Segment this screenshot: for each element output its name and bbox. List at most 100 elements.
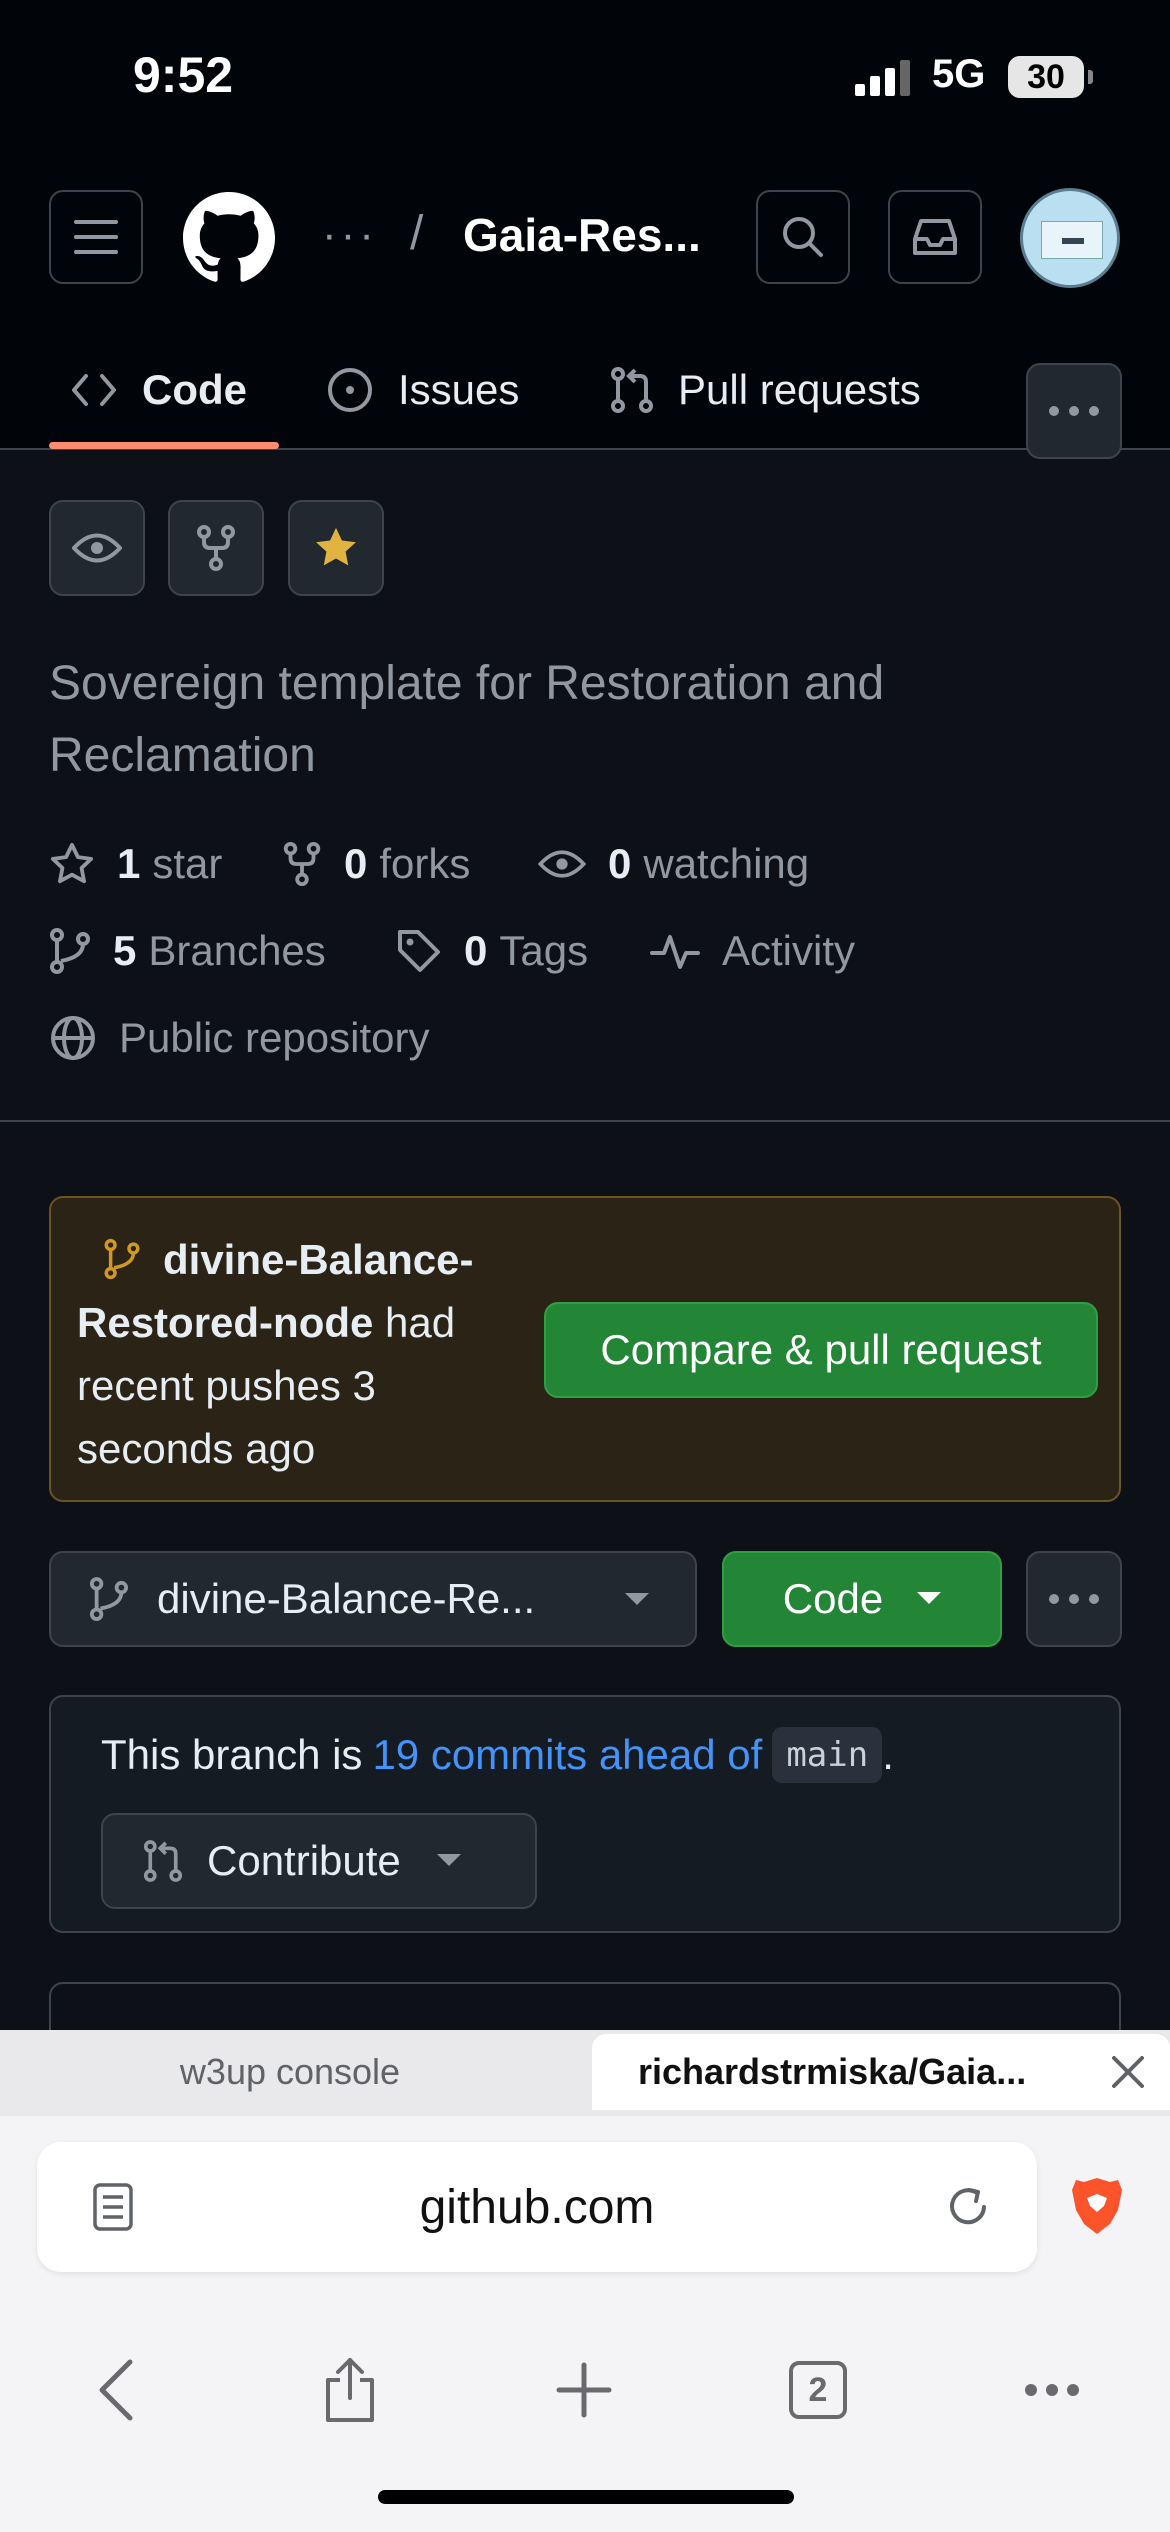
stars-link[interactable]: 1 star: [49, 840, 222, 888]
tabs-button[interactable]: 2: [768, 2330, 868, 2450]
brave-shields-icon[interactable]: [1070, 2176, 1124, 2238]
kebab-horizontal-icon: [1049, 1594, 1099, 1604]
tags-label: Tags: [499, 927, 589, 974]
visibility-label: Public repository: [119, 1014, 430, 1061]
github-header: ··· / Gaia-Res... Code Issues Pull reque…: [0, 150, 1170, 459]
tab-code[interactable]: Code: [70, 330, 247, 450]
eye-icon: [72, 533, 122, 563]
forks-label: forks: [379, 840, 471, 887]
battery-icon: 30: [1008, 56, 1084, 98]
base-branch-label: main: [772, 1727, 883, 1783]
close-tab-icon[interactable]: [1108, 2052, 1148, 2092]
compare-pull-request-button[interactable]: Compare & pull request: [544, 1302, 1098, 1398]
menu-button[interactable]: [49, 190, 143, 284]
git-branch-icon: [104, 1238, 140, 1280]
branches-count: 5: [113, 927, 137, 974]
breadcrumb-ellipsis[interactable]: ···: [322, 210, 378, 260]
kebab-horizontal-icon: [1049, 406, 1099, 416]
breadcrumb-separator: /: [410, 207, 424, 260]
status-time: 9:52: [133, 47, 234, 103]
git-pull-request-icon: [611, 367, 653, 413]
chevron-left-icon: [99, 2359, 133, 2421]
branches-link[interactable]: 5 Branches: [49, 927, 326, 975]
more-options-button[interactable]: [1026, 1551, 1122, 1647]
tags-link[interactable]: 0 Tags: [396, 927, 588, 975]
star-button[interactable]: [288, 500, 384, 596]
star-icon: [50, 842, 94, 884]
fork-button[interactable]: [168, 500, 264, 596]
new-tab-button[interactable]: [534, 2330, 634, 2450]
git-branch-icon: [50, 928, 90, 974]
activity-label: Activity: [722, 927, 856, 974]
address-bar[interactable]: github.com: [37, 2142, 1037, 2272]
triangle-down-icon: [436, 1854, 461, 1866]
recent-push-message: divine-Balance-Restored-node had recent …: [77, 1228, 517, 1480]
signal-icon: [855, 60, 915, 96]
reload-icon[interactable]: [943, 2182, 993, 2232]
commits-ahead-link[interactable]: 19 commits ahead of: [372, 1731, 762, 1779]
watching-count: 0: [608, 840, 632, 887]
git-branch-icon: [89, 1577, 129, 1621]
tab-issues[interactable]: Issues: [326, 330, 519, 450]
plus-icon: [556, 2362, 612, 2418]
browser-chrome: w3up console richardstrmiska/Gaia... git…: [0, 2030, 1170, 2532]
branch-selector-label: divine-Balance-Re...: [157, 1575, 536, 1622]
share-icon: [326, 2358, 374, 2422]
repo-name-link[interactable]: Gaia-Res...: [463, 208, 701, 262]
forks-link[interactable]: 0 forks: [282, 840, 470, 888]
watch-button[interactable]: [49, 500, 145, 596]
browser-tab-github[interactable]: richardstrmiska/Gaia...: [592, 2034, 1170, 2110]
issue-opened-icon: [328, 368, 372, 412]
browser-tab-w3up[interactable]: w3up console: [0, 2034, 580, 2110]
section-divider: [0, 1120, 1170, 1122]
network-type: 5G: [932, 52, 986, 96]
share-button[interactable]: [300, 2330, 400, 2450]
back-button[interactable]: [66, 2330, 166, 2450]
repo-description: Sovereign template for Restoration and R…: [49, 657, 885, 782]
github-logo-icon[interactable]: [183, 192, 275, 284]
tab-issues-label: Issues: [398, 366, 520, 413]
tag-icon: [398, 930, 440, 972]
code-button-label: Code: [782, 1575, 884, 1622]
search-button[interactable]: [756, 190, 850, 284]
status-bar: 9:52 5G 30: [0, 0, 1170, 150]
repo-nav-tabs: Code Issues Pull requests: [0, 330, 1170, 459]
reader-mode-icon[interactable]: [93, 2183, 133, 2231]
stars-count: 1: [117, 840, 141, 887]
active-tab-indicator: [49, 442, 279, 449]
branch-selector[interactable]: divine-Balance-Re...: [49, 1551, 697, 1647]
repo-forked-icon: [283, 841, 321, 887]
triangle-down-icon: [917, 1592, 942, 1604]
branch-status-suffix: .: [882, 1731, 894, 1778]
browser-menu-button[interactable]: [1002, 2330, 1102, 2450]
contribute-button[interactable]: Contribute: [101, 1813, 537, 1909]
browser-tab-github-label: richardstrmiska/Gaia...: [638, 2051, 1027, 2092]
contribute-label: Contribute: [207, 1837, 401, 1884]
inbox-button[interactable]: [888, 190, 982, 284]
user-avatar[interactable]: [1020, 188, 1120, 288]
home-indicator[interactable]: [378, 2490, 794, 2504]
hamburger-icon: [74, 220, 118, 254]
tab-pull-requests[interactable]: Pull requests: [610, 330, 921, 450]
branches-label: Branches: [148, 927, 326, 974]
code-icon: [72, 374, 116, 406]
battery-tip: [1088, 70, 1093, 84]
triangle-down-icon: [625, 1593, 649, 1605]
more-tabs-button[interactable]: [1026, 363, 1122, 459]
tab-count: 2: [808, 2370, 828, 2409]
search-icon: [783, 217, 823, 257]
forks-count: 0: [344, 840, 368, 887]
repo-forked-icon: [197, 525, 235, 571]
eye-icon: [538, 850, 586, 878]
tab-code-label: Code: [142, 366, 247, 413]
branch-status-box: This branch is 19 commits ahead of main …: [49, 1695, 1121, 1933]
visibility-info: Public repository: [49, 1014, 429, 1062]
tab-count-icon: 2: [789, 2361, 847, 2419]
code-dropdown-button[interactable]: Code: [722, 1551, 1002, 1647]
activity-link[interactable]: Activity: [650, 927, 855, 975]
more-horizontal-icon: [1025, 2384, 1079, 2396]
browser-tab-bar: w3up console richardstrmiska/Gaia...: [0, 2030, 1170, 2116]
globe-icon: [51, 1016, 95, 1060]
address-bar-url: github.com: [419, 2180, 655, 2234]
watching-link[interactable]: 0 watching: [538, 840, 809, 888]
